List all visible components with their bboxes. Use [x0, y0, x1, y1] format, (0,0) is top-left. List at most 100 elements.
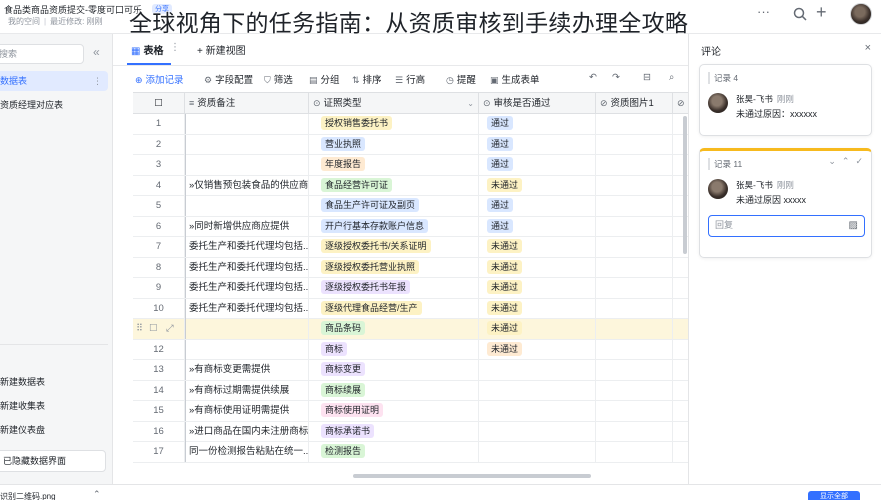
table-row[interactable]: 7 委托生产和委托代理均包括... 逐级授权委托书/关系证明 未通过 — [133, 237, 688, 258]
image2-cell[interactable] — [673, 360, 688, 380]
audit-cell[interactable]: 未通过 — [479, 175, 596, 196]
expand-icon[interactable]: ⊟ — [643, 72, 651, 83]
hidden-data-button[interactable]: 已隐藏数据界面 — [0, 450, 106, 472]
note-cell[interactable] — [185, 155, 309, 175]
audit-cell[interactable] — [479, 421, 596, 442]
more-options-button[interactable]: ··· — [757, 4, 770, 19]
table-row[interactable]: ⠿ ☐ ⤢ 商品条码 未通过 — [133, 319, 688, 340]
image1-cell[interactable] — [596, 196, 673, 216]
resolve-check-icon[interactable]: ✓ — [855, 156, 863, 166]
image-icon[interactable]: ▨ — [849, 216, 858, 235]
note-cell[interactable]: »进口商品在国内未注册商标... — [185, 421, 309, 442]
image1-cell[interactable] — [596, 339, 673, 360]
avatar[interactable] — [850, 3, 872, 25]
type-cell[interactable]: 授权销售委托书 — [309, 114, 479, 134]
type-cell[interactable]: 商标使用证明 — [309, 401, 479, 421]
audit-cell[interactable]: 未通过 — [479, 257, 596, 278]
reply-input[interactable]: 回复 ▨ — [708, 215, 865, 237]
table-row[interactable]: 17 同一份检测报告粘贴在统一... 检测报告 — [133, 442, 688, 463]
tab-more-icon[interactable]: ⋮ — [170, 42, 180, 53]
type-cell[interactable]: 逐级授权委托营业执照 — [309, 257, 479, 278]
type-cell[interactable]: 商标 — [309, 339, 479, 360]
table-row[interactable]: 1 授权销售委托书 通过 — [133, 114, 688, 135]
note-cell[interactable]: »仅销售预包装食品的供应商... — [185, 175, 309, 196]
audit-cell[interactable]: 通过 — [479, 196, 596, 216]
image2-cell[interactable] — [673, 319, 688, 339]
sidebar-item-new-dashboard[interactable]: 新建仪表盘 — [0, 420, 108, 440]
audit-cell[interactable] — [479, 380, 596, 401]
download-file-name[interactable]: 识别二维码.png — [0, 491, 56, 500]
image2-cell[interactable] — [673, 258, 688, 278]
comment-card-active[interactable]: 记录 11 ⌄ ⌃ ✓ 张昊-飞书 刚刚 未通过原因 xxxxx 回复 ▨ — [699, 148, 872, 258]
close-icon[interactable]: × — [865, 42, 871, 54]
type-cell[interactable]: 开户行基本存款账户信息 — [309, 216, 479, 237]
type-cell[interactable]: 逐级代理食品经营/生产 — [309, 298, 479, 319]
chevron-up-icon[interactable]: ⌃ — [93, 489, 101, 500]
note-cell[interactable] — [185, 114, 309, 134]
document-title[interactable]: 食品类商品资质提交-零度可口可乐 — [4, 3, 142, 16]
expand-record-icon[interactable]: ⤢ — [166, 319, 174, 339]
image2-cell[interactable] — [673, 381, 688, 401]
image1-cell[interactable] — [596, 257, 673, 278]
table-row[interactable]: 9 委托生产和委托代理均包括... 逐级授权委托书年报 未通过 — [133, 278, 688, 299]
tab-table[interactable]: ▦ 表格 — [131, 42, 163, 57]
audit-cell[interactable]: 未通过 — [479, 298, 596, 319]
type-cell[interactable]: 年度报告 — [309, 155, 479, 175]
image1-cell[interactable] — [596, 319, 673, 339]
select-all-checkbox[interactable]: ☐ — [133, 93, 185, 114]
image1-cell[interactable] — [596, 175, 673, 196]
table-row[interactable]: 3 年度报告 通过 — [133, 155, 688, 176]
table-row[interactable]: 16 »进口商品在国内未注册商标... 商标承诺书 — [133, 421, 688, 442]
table-row[interactable]: 15 »有商标使用证明需提供 商标使用证明 — [133, 401, 688, 422]
table-row[interactable]: 10 委托生产和委托代理均包括... 逐级代理食品经营/生产 未通过 — [133, 298, 688, 319]
audit-cell[interactable]: 通过 — [479, 114, 596, 134]
note-cell[interactable]: 委托生产和委托代理均包括... — [185, 257, 309, 278]
audit-cell[interactable]: 通过 — [479, 134, 596, 155]
image2-cell[interactable] — [673, 401, 688, 421]
collapse-sidebar-icon[interactable]: « — [93, 45, 100, 59]
sidebar-item-datatable[interactable]: 数据表 ⋮ — [0, 71, 108, 91]
search-table-icon[interactable]: ⌕ — [669, 72, 674, 83]
audit-cell[interactable]: 未通过 — [479, 237, 596, 257]
add-record-button[interactable]: ⊕ 添加记录 — [135, 72, 184, 86]
sidebar-item-manager-table[interactable]: 资质经理对应表 — [0, 95, 108, 115]
type-cell[interactable]: 商标承诺书 — [309, 421, 479, 442]
type-cell[interactable]: 食品经营许可证 — [309, 175, 479, 196]
sidebar-item-new-datatable[interactable]: 新建数据表 — [0, 372, 108, 392]
new-view-button[interactable]: + 新建视图 — [197, 42, 246, 57]
audit-cell[interactable]: 未通过 — [479, 339, 596, 360]
image2-cell[interactable] — [673, 299, 688, 319]
redo-icon[interactable]: ↷ — [612, 72, 620, 83]
sidebar-item-new-form[interactable]: 新建收集表 — [0, 396, 108, 416]
type-cell[interactable]: 食品生产许可证及副页 — [309, 196, 479, 216]
type-cell[interactable]: 商标变更 — [309, 360, 479, 380]
note-cell[interactable] — [185, 134, 309, 155]
image1-cell[interactable] — [596, 360, 673, 380]
note-cell[interactable]: 委托生产和委托代理均包括... — [185, 237, 309, 257]
column-header-type[interactable]: ⊙ 证照类型 ⌄ — [309, 93, 479, 114]
more-icon[interactable]: ⋮ — [93, 71, 102, 91]
note-cell[interactable]: 委托生产和委托代理均包括... — [185, 278, 309, 298]
table-row[interactable]: 2 营业执照 通过 — [133, 134, 688, 155]
table-row[interactable]: 4 »仅销售预包装食品的供应商... 食品经营许可证 未通过 — [133, 175, 688, 196]
remind-button[interactable]: ◷ 提醒 — [446, 72, 476, 86]
audit-cell[interactable] — [479, 442, 596, 462]
image1-cell[interactable] — [596, 401, 673, 421]
space-link[interactable]: 我的空间 — [8, 17, 40, 26]
image1-cell[interactable] — [596, 216, 673, 237]
row-height-button[interactable]: ☰ 行高 — [395, 72, 425, 86]
image1-cell[interactable] — [596, 380, 673, 401]
audit-cell[interactable]: 未通过 — [479, 278, 596, 298]
type-cell[interactable]: 商品条码 — [309, 319, 479, 339]
audit-cell[interactable]: 未通过 — [479, 319, 596, 339]
image1-cell[interactable] — [596, 442, 673, 462]
audit-cell[interactable]: 通过 — [479, 155, 596, 175]
audit-cell[interactable] — [479, 360, 596, 380]
sort-button[interactable]: ⇅ 排序 — [352, 72, 382, 86]
column-header-image1[interactable]: ⊘ 资质图片1 — [596, 93, 673, 114]
sidebar-search-input[interactable]: 搜索 — [0, 44, 84, 64]
vertical-scrollbar[interactable] — [683, 116, 687, 254]
type-cell[interactable]: 营业执照 — [309, 134, 479, 155]
image1-cell[interactable] — [596, 134, 673, 155]
audit-cell[interactable]: 通过 — [479, 216, 596, 237]
